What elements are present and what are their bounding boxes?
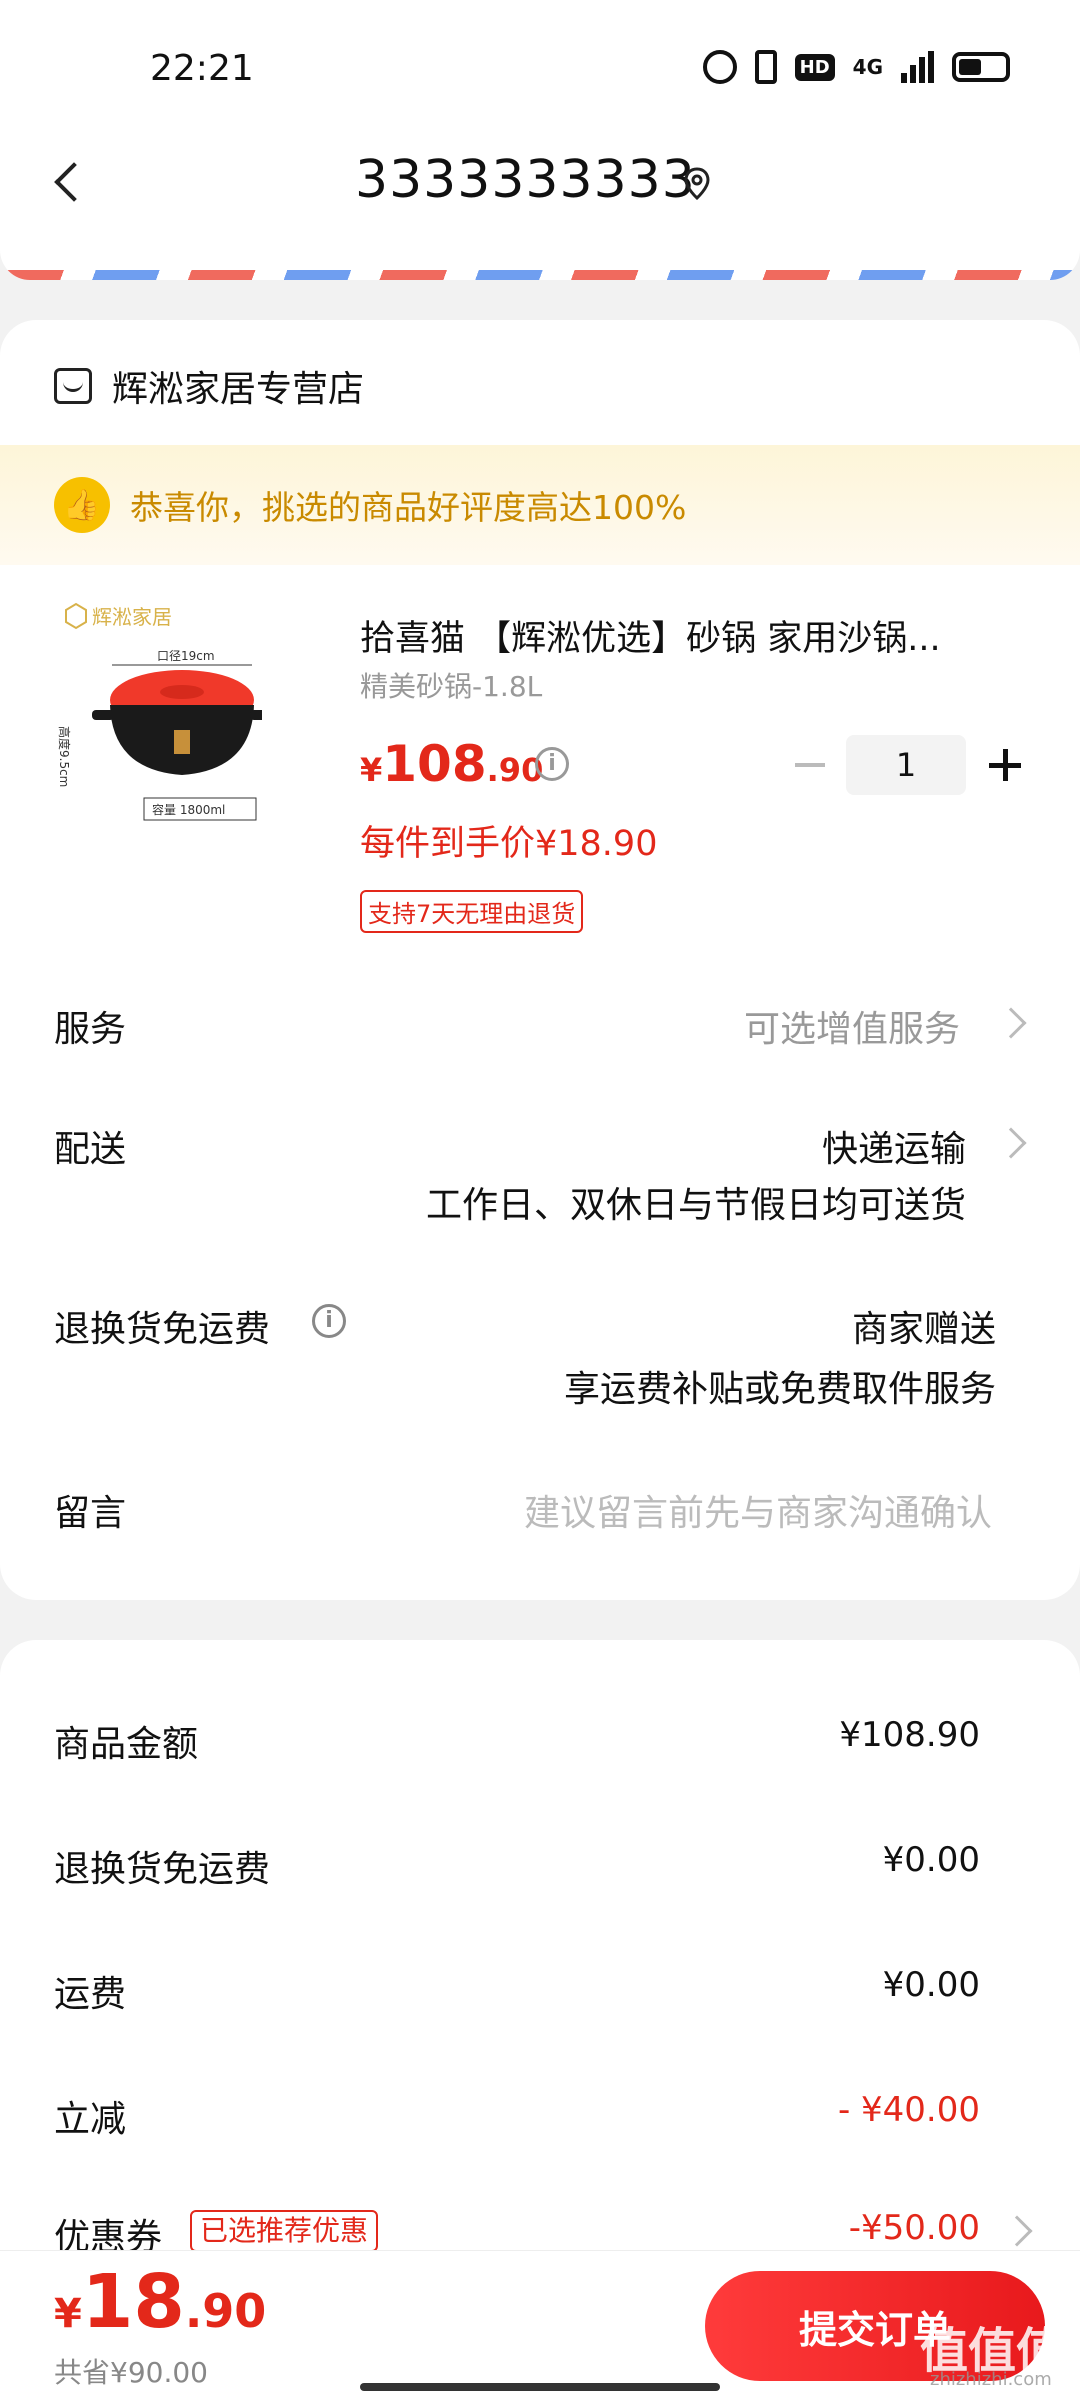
coupon-value[interactable]: -¥50.00	[849, 2208, 980, 2248]
address-header: 3333333333	[0, 130, 1080, 280]
airmail-stripe	[0, 270, 1080, 280]
product-image[interactable]: 辉淞家居 口径19cm 高度9.5cm 容量 1800ml	[52, 600, 262, 860]
product-title[interactable]: 拾喜猫 【辉淞优选】砂锅 家用沙锅...	[360, 610, 1000, 661]
service-value[interactable]: 可选增值服务	[744, 1000, 960, 1052]
praise-banner: 👍 恭喜你，挑选的商品好评度高达100%	[0, 445, 1080, 565]
goods-amount-value: ¥108.90	[839, 1715, 980, 1755]
message-label: 留言	[54, 1493, 127, 1534]
price-currency: ¥	[360, 751, 383, 789]
product-price: ¥108.90	[360, 735, 543, 793]
product-image-dim-top: 口径19cm	[157, 649, 215, 663]
product-spec[interactable]: 精美砂锅-1.8L	[360, 665, 542, 705]
shipping-value: ¥0.00	[882, 1965, 980, 2005]
return-shipping-value: 商家赠送	[851, 1309, 996, 1350]
praise-text: 恭喜你，挑选的商品好评度高达100%	[130, 488, 687, 527]
watermark-url: zhizhizhi.com	[930, 2369, 1052, 2390]
store-icon	[54, 368, 92, 404]
alarm-icon	[702, 50, 737, 84]
return-free-value: ¥0.00	[882, 1840, 980, 1880]
discount-value: - ¥40.00	[837, 2090, 980, 2130]
return-free-label: 退换货免运费	[54, 1849, 271, 1890]
vibrate-icon	[754, 50, 777, 84]
price-info-icon[interactable]: i	[535, 747, 569, 781]
return-shipping-label: 退换货免运费	[54, 1309, 271, 1350]
status-bar: 22:21 HD 4G	[0, 0, 1080, 130]
order-card: 辉淞家居专营店 👍 恭喜你，挑选的商品好评度高达100% 辉淞家居 口径19cm…	[0, 320, 1080, 1600]
shipping-label: 运费	[54, 1974, 127, 2015]
location-pin-icon	[684, 167, 710, 201]
service-chevron-icon[interactable]	[995, 1007, 1027, 1039]
price-dec: .90	[486, 751, 544, 789]
return-badge: 支持7天无理由退货	[360, 890, 584, 933]
message-input[interactable]: 建议留言前先与商家沟通确认	[524, 1484, 992, 1536]
total-currency: ¥	[54, 2291, 82, 2337]
delivery-chevron-icon[interactable]	[995, 1127, 1027, 1159]
shop-row[interactable]: 辉淞家居专营店	[54, 360, 364, 412]
coupon-chevron-icon[interactable]	[1001, 2215, 1033, 2247]
hd-icon: HD	[794, 53, 835, 81]
price-int: 108	[382, 735, 487, 793]
total-price: ¥18.90	[54, 2259, 266, 2345]
network-label: 4G	[852, 55, 883, 79]
delivery-note: 工作日、双休日与节假日均可送货	[425, 1185, 966, 1226]
return-shipping-note: 享运费补贴或免费取件服务	[563, 1369, 996, 1410]
thumbs-up-icon: 👍	[54, 477, 110, 533]
discount-label: 立减	[54, 2099, 127, 2140]
back-button[interactable]	[50, 152, 90, 212]
total-dec: .90	[184, 2284, 267, 2338]
total-int: 18	[81, 2259, 185, 2345]
battery-icon	[952, 52, 1010, 82]
signal-icon	[901, 51, 934, 83]
delivery-label: 配送	[54, 1129, 127, 1170]
shop-name: 辉淞家居专营店	[112, 369, 365, 410]
unit-price: 每件到手价¥18.90	[360, 824, 658, 864]
status-time: 22:21	[150, 48, 254, 89]
goods-amount-label: 商品金额	[54, 1724, 199, 1765]
delivery-value[interactable]: 快递运输	[822, 1120, 966, 1172]
address-phone[interactable]: 3333333333	[355, 150, 696, 210]
service-label: 服务	[54, 1009, 127, 1050]
quantity-input[interactable]: 1	[846, 735, 966, 795]
product-image-brand: 辉淞家居	[92, 605, 172, 629]
bottom-bar: ¥18.90 共省¥90.00 提交订单 值值值 zhizhizhi.com	[0, 2250, 1080, 2400]
status-icons: HD 4G	[702, 50, 1010, 84]
quantity-minus-button[interactable]	[790, 735, 830, 795]
quantity-plus-button[interactable]	[984, 735, 1024, 795]
product-image-dim-side: 高度9.5cm	[57, 726, 72, 787]
saved-amount: 共省¥90.00	[54, 2356, 208, 2389]
home-indicator[interactable]	[360, 2383, 720, 2391]
product-image-capacity: 容量 1800ml	[152, 802, 225, 817]
return-shipping-info-icon[interactable]: i	[312, 1304, 346, 1338]
coupon-tag[interactable]: 已选推荐优惠	[190, 2210, 379, 2252]
